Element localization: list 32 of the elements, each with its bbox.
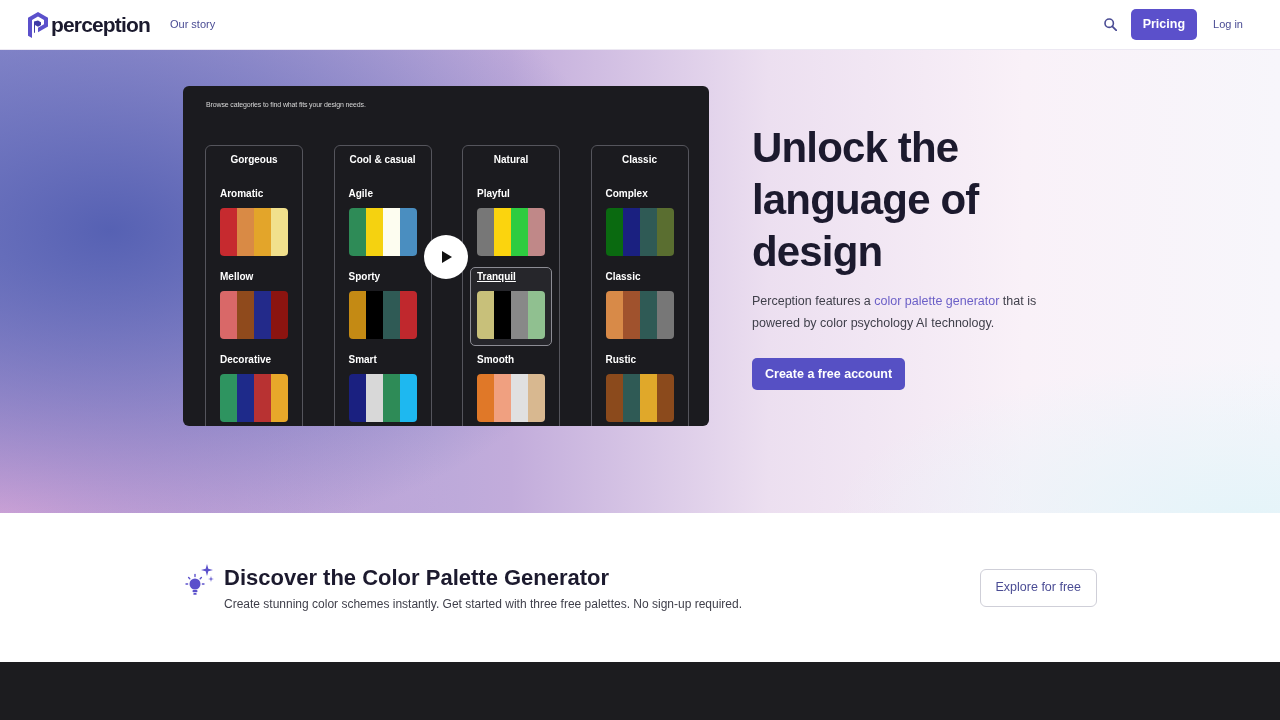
palette-card[interactable]: Smooth bbox=[470, 350, 552, 426]
create-account-button[interactable]: Create a free account bbox=[752, 358, 906, 390]
palette-generator-link[interactable]: color palette generator bbox=[874, 294, 1000, 308]
logo-text[interactable]: perception bbox=[51, 11, 150, 38]
palette-card[interactable]: Tranquil bbox=[470, 267, 552, 346]
palette-card[interactable]: Sporty bbox=[341, 267, 424, 346]
nav-link[interactable]: Our story bbox=[169, 16, 216, 33]
palette-card[interactable]: Aromatic bbox=[213, 184, 295, 263]
lightbulb-sparkle-icon bbox=[185, 563, 214, 598]
palette-card[interactable]: Playful bbox=[470, 184, 552, 263]
logo-icon bbox=[28, 11, 48, 38]
palette-card[interactable]: Decorative bbox=[213, 350, 295, 426]
category-title: Natural bbox=[492, 153, 530, 167]
category-title: Gorgeous bbox=[229, 153, 279, 167]
pricing-button[interactable]: Pricing bbox=[1130, 9, 1197, 40]
explore-button[interactable]: Explore for free bbox=[979, 568, 1097, 607]
palette-card[interactable]: Mellow bbox=[213, 267, 295, 346]
category-title: Cool & casual bbox=[348, 153, 417, 167]
login-link[interactable]: Log in bbox=[1213, 16, 1243, 33]
palette-card[interactable]: Smart bbox=[341, 350, 424, 426]
palette-card[interactable]: Classic bbox=[598, 267, 681, 346]
category-title: Classic bbox=[621, 153, 658, 167]
play-icon bbox=[442, 251, 452, 263]
search-icon[interactable] bbox=[1103, 18, 1117, 31]
discover-heading: Discover the Color Palette Generator bbox=[224, 563, 611, 592]
palette-card[interactable]: Agile bbox=[341, 184, 424, 263]
discover-subtitle: Create stunning color schemes instantly. Get started with three free palettes. No sign-up required. bbox=[224, 595, 743, 612]
palette-card[interactable]: Complex bbox=[598, 184, 681, 263]
hero-description: Perception features a color palette generator that is powered by color psychology AI technology. bbox=[752, 293, 1038, 332]
play-button[interactable] bbox=[424, 235, 468, 279]
hero-heading: Unlock the language of design bbox=[752, 123, 981, 277]
palette-card[interactable]: Rustic bbox=[598, 350, 681, 426]
